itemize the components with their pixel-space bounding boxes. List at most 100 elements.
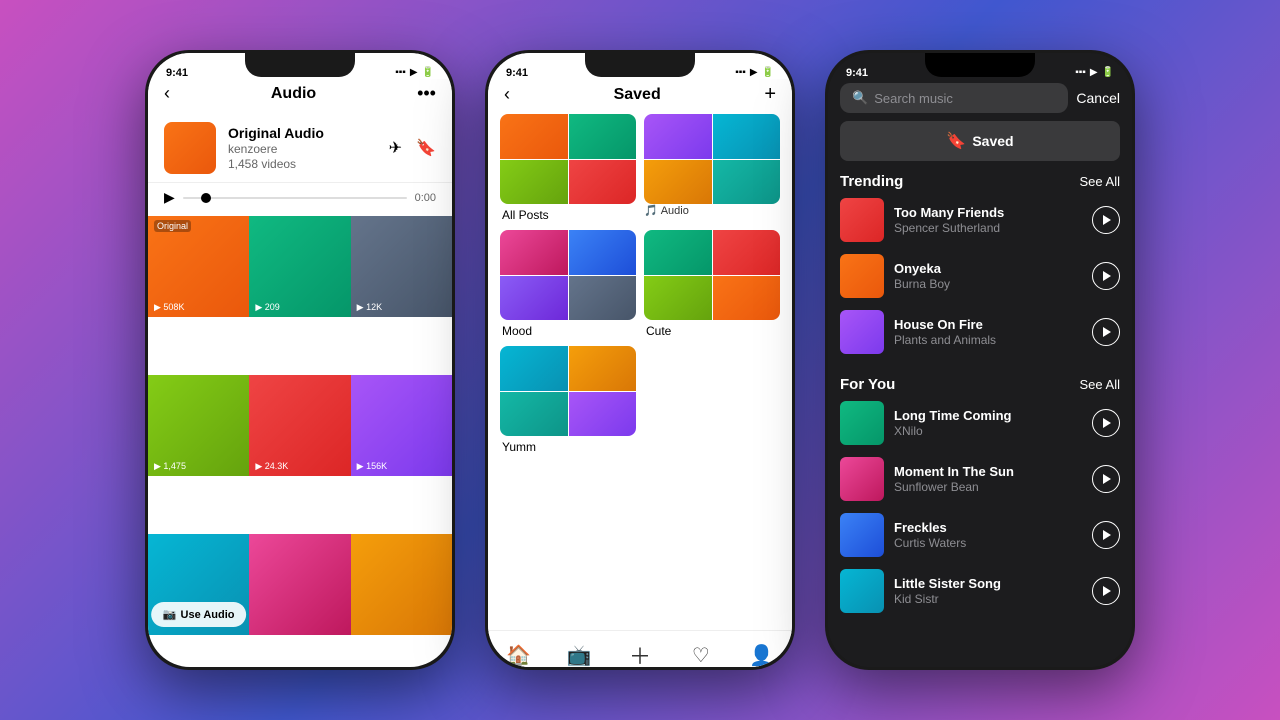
video-cell[interactable]: 📷 Use Audio (148, 534, 249, 635)
music-artist: XNilo (894, 424, 1082, 438)
use-audio-button[interactable]: 📷 Use Audio (151, 602, 247, 627)
saved-tab[interactable]: 🔖 Saved (840, 121, 1120, 161)
cell-views: ▶ 209 (255, 302, 279, 313)
cancel-button[interactable]: Cancel (1076, 90, 1120, 106)
audio-avatar (164, 122, 216, 174)
cell-views: ▶ 508K (154, 302, 184, 313)
nav-reels-icon[interactable]: 📺 (561, 641, 597, 667)
music-title: Moment In The Sun (894, 464, 1082, 479)
play-button-7[interactable] (1092, 577, 1120, 605)
video-cell[interactable]: ▶ 12K (351, 216, 452, 317)
share-icon[interactable]: ✈ (389, 138, 402, 158)
status-time-3: 9:41 (846, 67, 868, 79)
status-time-2: 9:41 (506, 67, 528, 79)
play-button-6[interactable] (1092, 521, 1120, 549)
add-icon[interactable]: + (764, 83, 776, 106)
status-icons-2: ▪▪▪▶🔋 (735, 67, 774, 78)
video-cell[interactable]: ▶ 24.3K (249, 375, 350, 476)
video-grid: Original ▶ 508K ▶ 209 ▶ 12K ▶ 1,475 (148, 216, 452, 667)
collection-all-posts[interactable]: All Posts (500, 114, 636, 222)
progress-time: 0:00 (415, 192, 436, 204)
play-button-3[interactable] (1092, 318, 1120, 346)
video-cell[interactable]: ▶ 1,475 (148, 375, 249, 476)
collection-name-yumm: Yumm (500, 440, 636, 454)
bookmark-icon-2: 🔖 (946, 131, 966, 151)
for-you-see-all[interactable]: See All (1080, 377, 1120, 392)
music-item-moment-sun[interactable]: Moment In The Sun Sunflower Bean (840, 457, 1120, 501)
collection-name-mood: Mood (500, 324, 636, 338)
search-placeholder: Search music (874, 91, 953, 106)
cell-views: ▶ 24.3K (255, 461, 288, 472)
audio-title: Audio (271, 85, 316, 103)
cell-views: ▶ 12K (357, 302, 382, 313)
saved-header: ‹ Saved + (488, 79, 792, 114)
video-cell[interactable]: ▶ 209 (249, 216, 350, 317)
play-button-5[interactable] (1092, 465, 1120, 493)
music-art (840, 401, 884, 445)
more-icon[interactable]: ••• (417, 83, 436, 104)
music-art (840, 198, 884, 242)
back-icon[interactable]: ‹ (164, 83, 170, 104)
music-art (840, 310, 884, 354)
music-search-header: 🔍 Search music Cancel (828, 79, 1132, 121)
music-item-little-sister[interactable]: Little Sister Song Kid Sistr (840, 569, 1120, 613)
play-button[interactable]: ▶ (164, 189, 175, 206)
bottom-nav: 🏠 📺 ＋ ♡ 👤 (488, 630, 792, 667)
music-title: Little Sister Song (894, 576, 1082, 591)
music-title: Onyeka (894, 261, 1082, 276)
search-icon: 🔍 (852, 90, 868, 106)
music-item-onyeka[interactable]: Onyeka Burna Boy (840, 254, 1120, 298)
music-item-house-on-fire[interactable]: House On Fire Plants and Animals (840, 310, 1120, 354)
for-you-title: For You (840, 376, 895, 393)
play-button-1[interactable] (1092, 206, 1120, 234)
music-art (840, 569, 884, 613)
audio-progress: ▶ 0:00 (148, 183, 452, 216)
music-art (840, 513, 884, 557)
music-title: House On Fire (894, 317, 1082, 332)
music-item-long-time[interactable]: Long Time Coming XNilo (840, 401, 1120, 445)
music-title: Freckles (894, 520, 1082, 535)
nav-home-icon[interactable]: 🏠 (500, 641, 536, 667)
trending-section: Trending See All Too Many Friends Spence… (828, 169, 1132, 366)
audio-track-name: Original Audio (228, 125, 377, 141)
audio-info: Original Audio kenzoere 1,458 videos ✈ 🔖 (148, 112, 452, 183)
video-cell[interactable]: Original ▶ 508K (148, 216, 249, 317)
music-artist: Burna Boy (894, 277, 1082, 291)
status-time-1: 9:41 (166, 67, 188, 79)
nav-activity-icon[interactable]: ♡ (683, 641, 719, 667)
progress-bar[interactable] (183, 197, 407, 199)
audio-video-count: 1,458 videos (228, 157, 377, 171)
phone-saved: 9:41 ▪▪▪▶🔋 ‹ Saved + (485, 50, 795, 670)
audio-username: kenzoere (228, 142, 377, 156)
phone-music: 9:41 ▪▪▪▶🔋 🔍 Search music Cancel 🔖 Saved (825, 50, 1135, 670)
nav-create-icon[interactable]: ＋ (622, 641, 658, 667)
collection-yumm[interactable]: Yumm (500, 346, 636, 454)
trending-see-all[interactable]: See All (1080, 174, 1120, 189)
music-artist: Plants and Animals (894, 333, 1082, 347)
collection-cute[interactable]: Cute (644, 230, 780, 338)
cell-views: ▶ 156K (357, 461, 387, 472)
music-item-too-many-friends[interactable]: Too Many Friends Spencer Sutherland (840, 198, 1120, 242)
music-artist: Spencer Sutherland (894, 221, 1082, 235)
collection-name-audio: 🎵Audio (644, 204, 780, 217)
music-artist: Kid Sistr (894, 592, 1082, 606)
video-cell[interactable]: ▶ 156K (351, 375, 452, 476)
video-cell[interactable] (351, 534, 452, 635)
nav-profile-icon[interactable]: 👤 (744, 641, 780, 667)
bookmark-icon[interactable]: 🔖 (416, 138, 436, 158)
status-icons-1: ▪▪▪▶🔋 (395, 67, 434, 78)
collection-name-all-posts: All Posts (500, 208, 636, 222)
collection-mood[interactable]: Mood (500, 230, 636, 338)
play-button-4[interactable] (1092, 409, 1120, 437)
status-icons-3: ▪▪▪▶🔋 (1075, 67, 1114, 78)
music-art (840, 457, 884, 501)
audio-header: ‹ Audio ••• (148, 79, 452, 112)
collections-grid: All Posts 🎵Audio (500, 114, 780, 338)
play-button-2[interactable] (1092, 262, 1120, 290)
search-bar[interactable]: 🔍 Search music (840, 83, 1068, 113)
cell-label: Original (154, 220, 191, 232)
music-title: Long Time Coming (894, 408, 1082, 423)
video-cell[interactable] (249, 534, 350, 635)
music-item-freckles[interactable]: Freckles Curtis Waters (840, 513, 1120, 557)
collection-audio[interactable]: 🎵Audio (644, 114, 780, 222)
